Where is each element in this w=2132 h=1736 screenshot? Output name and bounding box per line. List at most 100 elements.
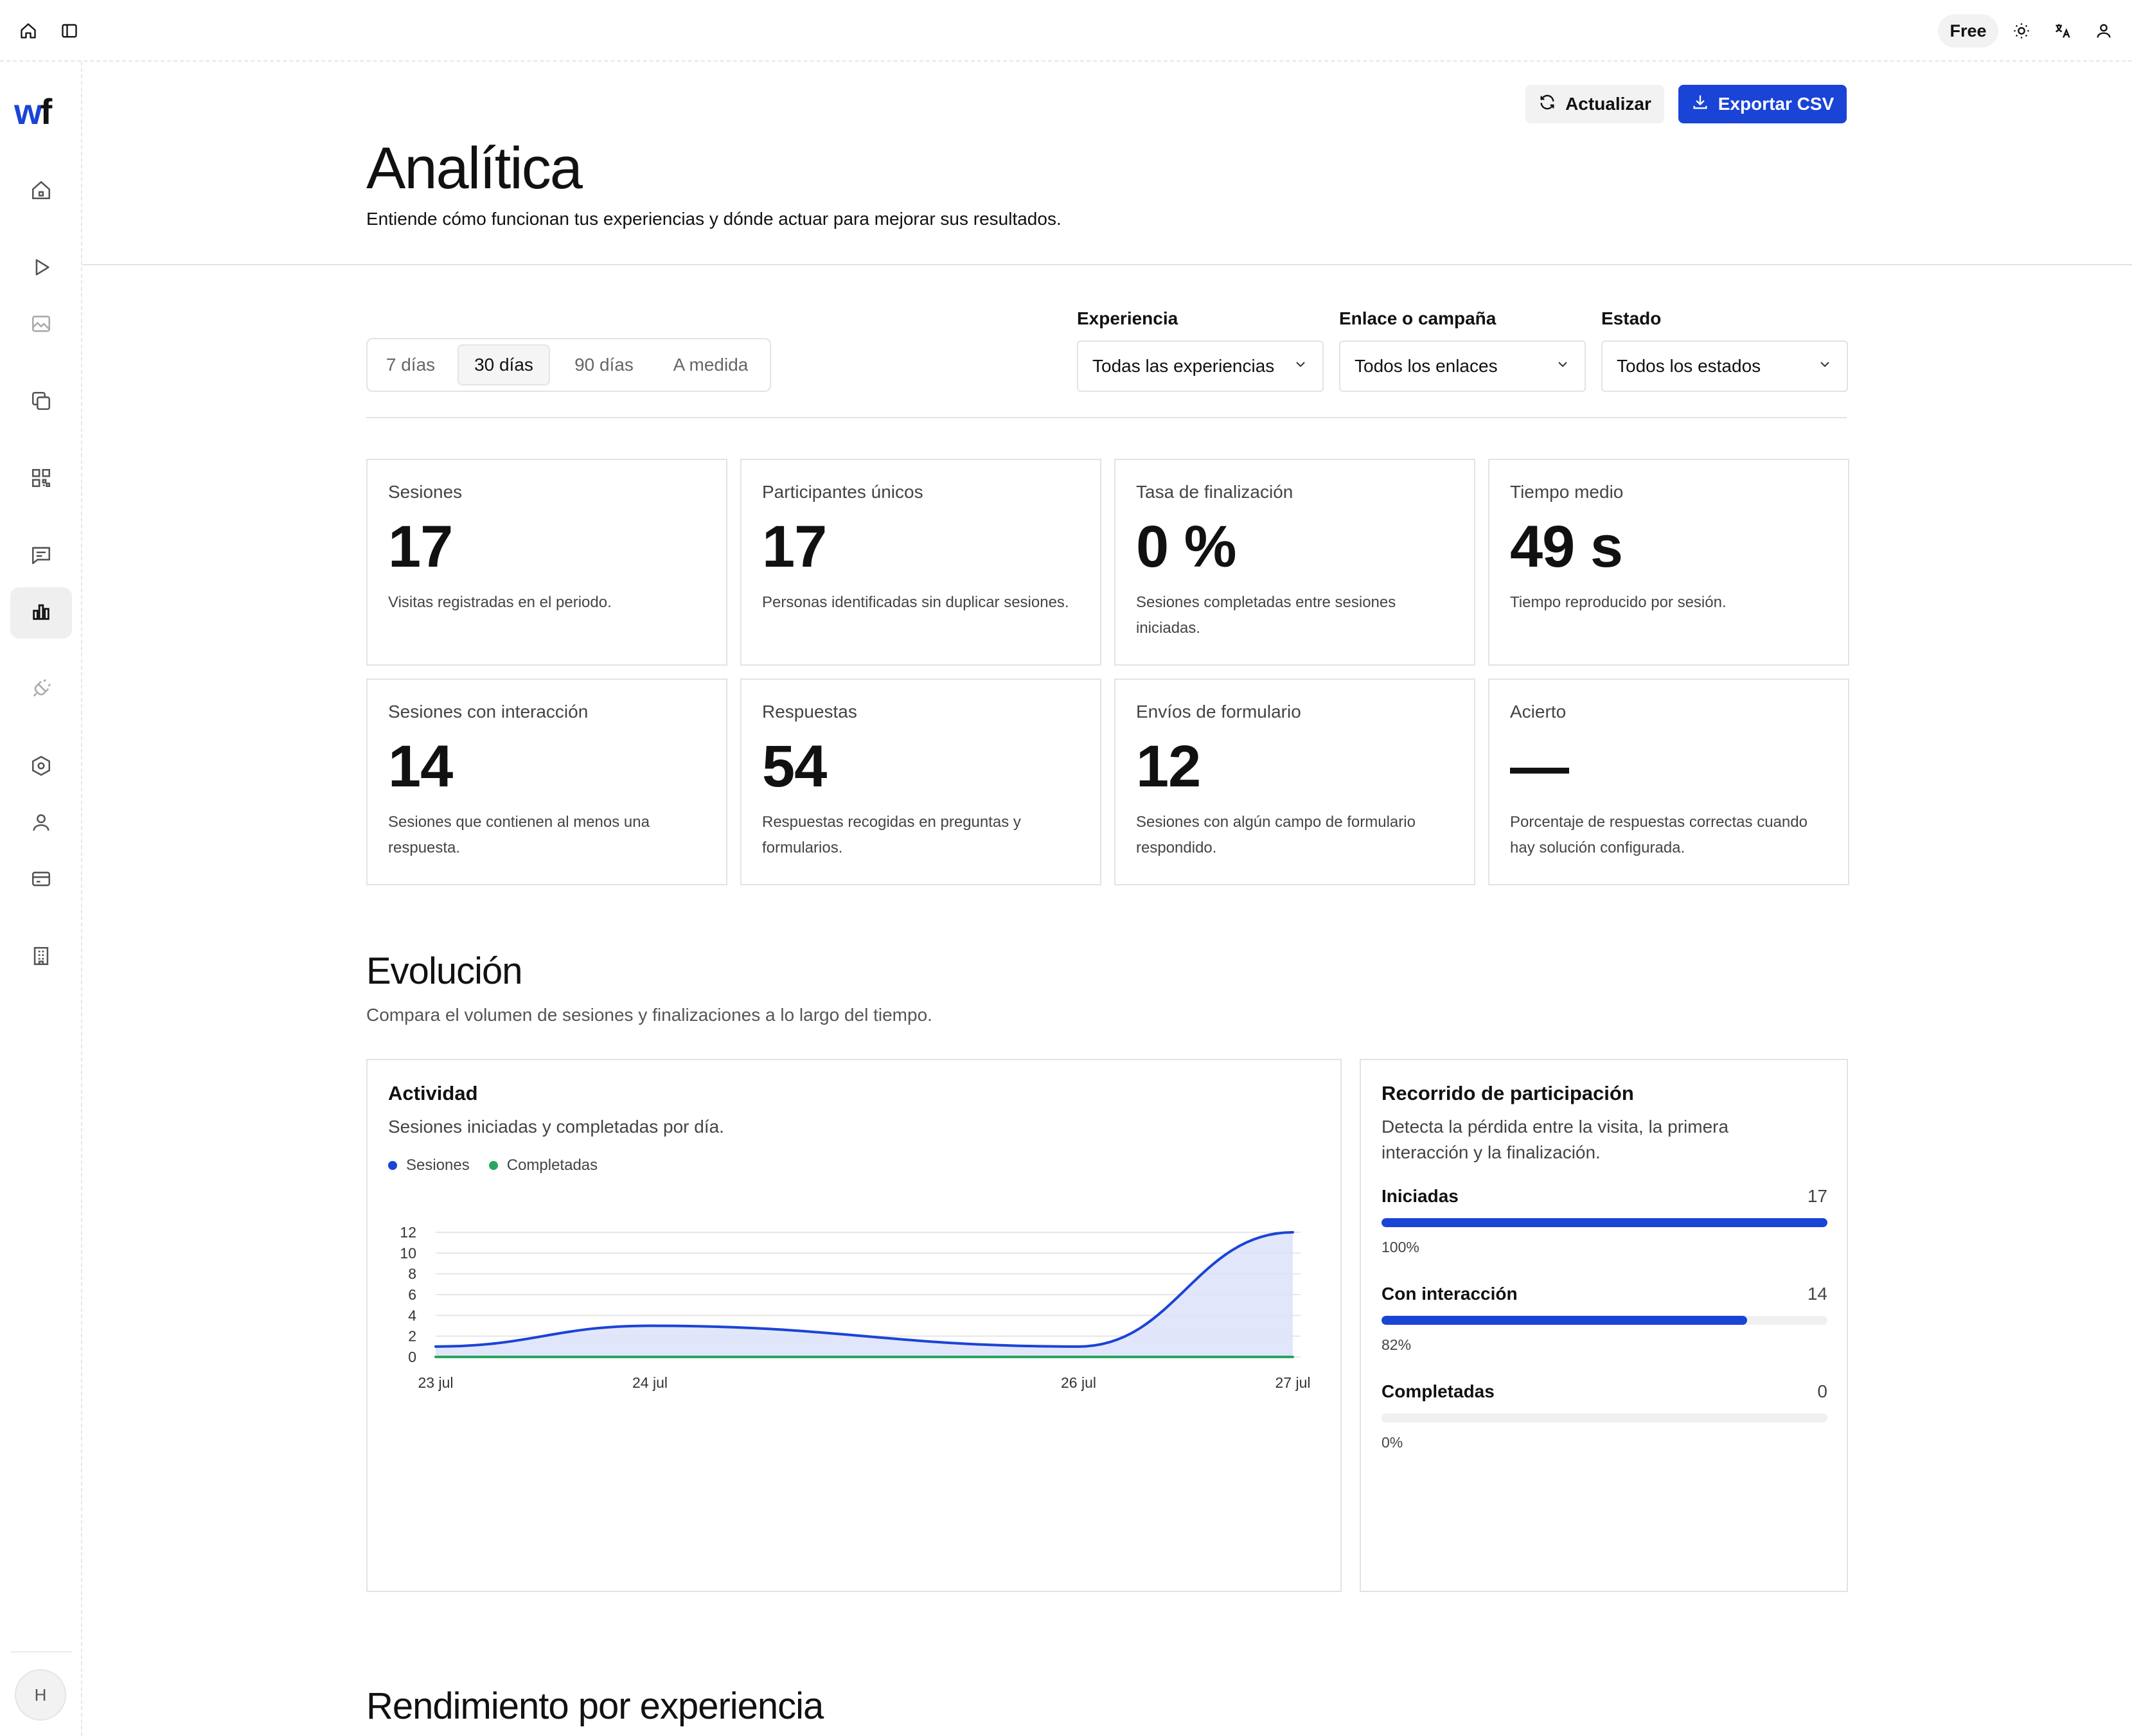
kpi-value: 54 bbox=[762, 734, 827, 799]
avatar[interactable]: H bbox=[15, 1669, 66, 1721]
funnel-step-percent: 0% bbox=[1381, 1434, 1403, 1451]
kpi-description: Respuestas recogidas en preguntas y form… bbox=[762, 813, 1021, 856]
sun-icon[interactable] bbox=[2009, 18, 2034, 44]
sidebar-item-billing[interactable] bbox=[10, 855, 72, 906]
kpi-description: Porcentaje de respuestas correctas cuand… bbox=[1510, 813, 1808, 856]
kpi-value: 17 bbox=[762, 514, 827, 580]
play-icon bbox=[30, 256, 52, 281]
funnel-step-count: 14 bbox=[1807, 1284, 1827, 1304]
sidebar-item-media[interactable] bbox=[10, 299, 72, 351]
kpi-label: Respuestas bbox=[762, 702, 857, 722]
top-bar: Free bbox=[0, 0, 2132, 62]
period-selector: 7 días 30 días 90 días A medida bbox=[366, 338, 771, 392]
sidebar-item-messages[interactable] bbox=[10, 531, 72, 582]
plug-icon bbox=[30, 678, 52, 703]
kpi-description: Sesiones que contienen al menos una resp… bbox=[388, 813, 650, 856]
funnel-progress-track bbox=[1381, 1316, 1827, 1325]
link-filter-select[interactable]: Todos los enlaces bbox=[1339, 341, 1586, 392]
page-title: Analítica bbox=[366, 136, 583, 201]
kpi-description: Sesiones con algún campo de formulario r… bbox=[1136, 813, 1416, 856]
kpi-description: Sesiones completadas entre sesiones inic… bbox=[1136, 594, 1396, 637]
funnel-step-started: Iniciadas 17 100% bbox=[1381, 1186, 1827, 1276]
export-csv-button[interactable]: Exportar CSV bbox=[1678, 85, 1847, 123]
kpi-value: — bbox=[1510, 734, 1569, 799]
sidebar-item-settings[interactable] bbox=[10, 741, 72, 793]
link-filter-label: Enlace o campaña bbox=[1339, 308, 1497, 328]
kpi-label: Sesiones bbox=[388, 482, 463, 502]
download-icon bbox=[1691, 93, 1709, 116]
building-icon bbox=[30, 945, 52, 970]
kpi-card-interactive-sessions: Sesiones con interacción 14 Sesiones que… bbox=[366, 678, 727, 885]
funnel-subtitle: Detecta la pérdida entre la visita, la p… bbox=[1381, 1117, 1729, 1162]
x-tick-label: 26 jul bbox=[1061, 1374, 1096, 1391]
sidebar: wf H bbox=[0, 62, 82, 1736]
language-icon[interactable] bbox=[2050, 18, 2075, 44]
kpi-card-average-time: Tiempo medio 49 s Tiempo reproducido por… bbox=[1488, 459, 1849, 666]
status-filter-label: Estado bbox=[1601, 308, 1662, 328]
y-tick-label: 6 bbox=[408, 1286, 416, 1303]
y-tick-label: 2 bbox=[408, 1328, 416, 1345]
kpi-card-sessions: Sesiones 17 Visitas registradas en el pe… bbox=[366, 459, 727, 666]
sidebar-item-integrations[interactable] bbox=[10, 664, 72, 716]
kpi-card-unique-participants: Participantes únicos 17 Personas identif… bbox=[740, 459, 1101, 666]
y-tick-label: 0 bbox=[408, 1349, 416, 1365]
experience-filter-select[interactable]: Todas las experiencias bbox=[1077, 341, 1324, 392]
sidebar-toggle-icon[interactable] bbox=[57, 18, 82, 44]
kpi-description: Tiempo reproducido por sesión. bbox=[1510, 594, 1727, 611]
card-icon bbox=[30, 868, 52, 893]
home-icon[interactable] bbox=[15, 18, 41, 44]
status-filter-select[interactable]: Todos los estados bbox=[1601, 341, 1848, 392]
image-icon bbox=[30, 313, 52, 338]
page-subtitle: Entiende cómo funcionan tus experiencias… bbox=[366, 209, 1062, 229]
home-icon bbox=[30, 179, 52, 204]
kpi-value: 49 s bbox=[1510, 514, 1623, 580]
experience-filter-label: Experiencia bbox=[1077, 308, 1178, 328]
refresh-button[interactable]: Actualizar bbox=[1525, 85, 1664, 123]
y-tick-label: 8 bbox=[408, 1266, 416, 1282]
tab-90-days[interactable]: 90 días bbox=[560, 344, 648, 385]
funnel-step-count: 17 bbox=[1807, 1186, 1827, 1206]
kpi-value: 0 % bbox=[1136, 514, 1237, 580]
y-tick-label: 10 bbox=[400, 1244, 416, 1261]
filters-divider bbox=[366, 417, 1847, 418]
funnel-step-percent: 100% bbox=[1381, 1239, 1419, 1255]
funnel-step-count: 0 bbox=[1817, 1381, 1827, 1401]
sidebar-item-home[interactable] bbox=[10, 166, 72, 217]
sidebar-item-analytics[interactable] bbox=[10, 587, 72, 639]
kpi-label: Tiempo medio bbox=[1510, 482, 1624, 502]
logo[interactable]: wf bbox=[14, 94, 52, 130]
tab-custom[interactable]: A medida bbox=[658, 344, 763, 385]
kpi-value: 14 bbox=[388, 734, 453, 799]
evolution-section-subtitle: Compara el volumen de sesiones y finaliz… bbox=[366, 1005, 932, 1025]
sidebar-item-library[interactable] bbox=[10, 376, 72, 428]
tab-7-days[interactable]: 7 días bbox=[375, 344, 446, 385]
user-icon[interactable] bbox=[2091, 18, 2117, 44]
x-tick-label: 23 jul bbox=[418, 1374, 454, 1391]
kpi-value: 17 bbox=[388, 514, 453, 580]
kpi-label: Participantes únicos bbox=[762, 482, 923, 502]
sidebar-item-play[interactable] bbox=[10, 243, 72, 294]
activity-chart-panel: Actividad Sesiones iniciadas y completad… bbox=[366, 1059, 1342, 1592]
kpi-label: Envíos de formulario bbox=[1136, 702, 1301, 722]
funnel-step-label: Iniciadas bbox=[1381, 1186, 1459, 1206]
kpi-label: Tasa de finalización bbox=[1136, 482, 1293, 502]
kpi-card-responses: Respuestas 54 Respuestas recogidas en pr… bbox=[740, 678, 1101, 885]
sidebar-item-qr[interactable] bbox=[10, 454, 72, 505]
sidebar-divider bbox=[10, 1651, 72, 1652]
qr-icon bbox=[30, 467, 52, 492]
sidebar-item-users[interactable] bbox=[10, 798, 72, 849]
tab-30-days[interactable]: 30 días bbox=[457, 344, 550, 385]
message-icon bbox=[30, 544, 52, 569]
funnel-step-completed: Completadas 0 0% bbox=[1381, 1381, 1827, 1471]
funnel-progress-fill bbox=[1381, 1316, 1748, 1325]
x-tick-label: 27 jul bbox=[1275, 1374, 1311, 1391]
kpi-description: Personas identificadas sin duplicar sesi… bbox=[762, 594, 1069, 611]
chart-icon bbox=[30, 601, 52, 626]
copy-icon bbox=[30, 390, 52, 415]
plan-badge[interactable]: Free bbox=[1938, 14, 1998, 48]
funnel-step-interaction: Con interacción 14 82% bbox=[1381, 1284, 1827, 1374]
sidebar-item-organization[interactable] bbox=[10, 932, 72, 983]
chevron-down-icon bbox=[1293, 356, 1308, 376]
funnel-step-percent: 82% bbox=[1381, 1336, 1412, 1353]
kpi-value: 12 bbox=[1136, 734, 1201, 799]
